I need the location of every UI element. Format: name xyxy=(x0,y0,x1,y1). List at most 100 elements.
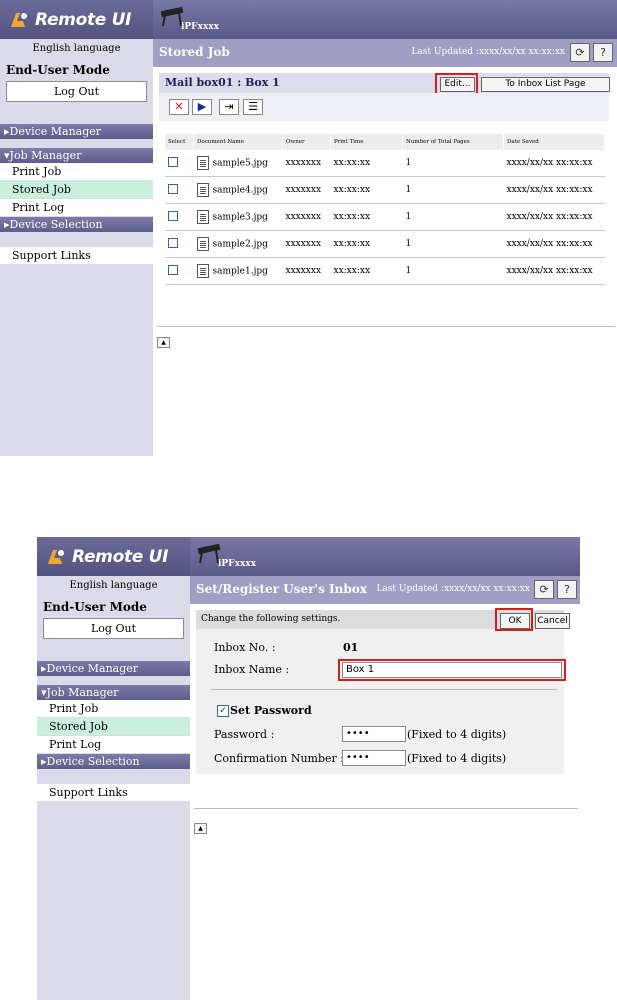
app-logo: Remote UI xyxy=(0,0,153,39)
nav-print-log[interactable]: Print Log xyxy=(0,199,153,217)
refresh-button[interactable]: ⟳ xyxy=(534,580,554,599)
set-password-checkbox[interactable]: ✓ xyxy=(217,705,229,717)
last-updated: Last Updated :xxxx/xx/xx xx:xx:xx xyxy=(411,47,565,57)
pages-cell: 1 xyxy=(402,176,504,204)
table-row: sample1.jpg xxxxxxx xx:xx:xx 1 xxxx/xx/x… xyxy=(165,257,605,285)
print-time-cell: xx:xx:xx xyxy=(330,230,403,258)
col-owner: Owner xyxy=(282,134,331,150)
details-icon[interactable]: ☰ xyxy=(243,99,263,115)
password-label: Password : xyxy=(214,728,275,741)
title-bar: Set/Register User's Inbox Last Updated :… xyxy=(190,576,580,604)
nav-device-selection-label: Device Selection xyxy=(46,755,140,768)
col-select: Select xyxy=(165,134,194,150)
date-saved-cell: xxxx/xx/xx xx:xx:xx xyxy=(503,150,605,177)
nav-print-log[interactable]: Print Log xyxy=(37,736,190,754)
last-updated: Last Updated :xxxx/xx/xx xx:xx:xx xyxy=(376,584,530,594)
nav-stored-job[interactable]: Stored Job xyxy=(0,181,153,199)
nav-print-job[interactable]: Print Job xyxy=(37,700,190,718)
inbox-name-label: Inbox Name : xyxy=(214,663,290,676)
main-content: Change the following settings. OK Cancel… xyxy=(190,604,580,1000)
owner-cell: xxxxxxx xyxy=(282,203,331,231)
document-name: sample1.jpg xyxy=(212,266,268,277)
page-title: Stored Job xyxy=(159,45,230,59)
confirmation-input[interactable]: •••• xyxy=(342,750,406,766)
col-date-saved: Date Saved xyxy=(503,134,605,150)
mailbox-header: Mail box01 : Box 1 Edit... To Inbox List… xyxy=(159,73,610,95)
date-saved-cell: xxxx/xx/xx xx:xx:xx xyxy=(503,176,605,204)
nav-job-manager[interactable]: ▾Job Manager xyxy=(37,685,190,700)
print-icon[interactable]: ▶ xyxy=(192,99,212,115)
logout-button[interactable]: Log Out xyxy=(43,618,184,639)
date-saved-cell: xxxx/xx/xx xx:xx:xx xyxy=(503,230,605,258)
password-note: (Fixed to 4 digits) xyxy=(407,728,507,741)
confirmation-label: Confirmation Number : xyxy=(214,752,345,765)
highlight-box xyxy=(435,73,478,95)
print-time-cell: xx:xx:xx xyxy=(330,257,403,285)
nav-device-manager-label: Device Manager xyxy=(9,125,102,138)
row-checkbox[interactable] xyxy=(168,264,178,275)
nav-device-selection-label: Device Selection xyxy=(9,218,103,231)
to-inbox-list-button[interactable]: To Inbox List Page xyxy=(481,77,610,92)
pages-cell: 1 xyxy=(402,150,504,177)
set-register-inbox-screen: Remote UI English language End-User Mode… xyxy=(37,537,580,1000)
owner-cell: xxxxxxx xyxy=(282,150,331,177)
document-icon xyxy=(196,210,209,224)
mailbox-title: Mail box01 : Box 1 xyxy=(165,76,280,89)
confirmation-note: (Fixed to 4 digits) xyxy=(407,752,507,765)
row-checkbox[interactable] xyxy=(168,183,178,194)
table-row: sample4.jpg xxxxxxx xx:xx:xx 1 xxxx/xx/x… xyxy=(165,176,605,204)
nav-device-selection[interactable]: ▸Device Selection xyxy=(37,754,190,769)
language-label[interactable]: English language xyxy=(0,43,153,57)
move-icon[interactable]: ⇥ xyxy=(219,99,239,115)
printer-model: iPFxxxx xyxy=(218,559,257,569)
page-top-button[interactable]: ▲ xyxy=(157,337,170,348)
date-saved-cell: xxxx/xx/xx xx:xx:xx xyxy=(503,203,605,231)
nav-device-selection[interactable]: ▸Device Selection xyxy=(0,217,153,232)
row-checkbox[interactable] xyxy=(168,156,178,167)
document-icon xyxy=(196,237,209,251)
settings-panel: Change the following settings. OK Cancel… xyxy=(196,608,570,774)
row-checkbox[interactable] xyxy=(168,210,178,221)
logout-button[interactable]: Log Out xyxy=(6,81,147,102)
job-table: Select Document Name Owner Print Time Nu… xyxy=(165,134,605,285)
row-checkbox[interactable] xyxy=(168,237,178,248)
date-saved-cell: xxxx/xx/xx xx:xx:xx xyxy=(503,257,605,285)
print-time-cell: xx:xx:xx xyxy=(330,203,403,231)
refresh-button[interactable]: ⟳ xyxy=(570,43,590,62)
delete-icon[interactable]: ✕ xyxy=(169,99,189,115)
language-label[interactable]: English language xyxy=(37,580,190,594)
nav-support-links[interactable]: Support Links xyxy=(0,247,153,265)
app-logo: Remote UI xyxy=(37,537,190,576)
pages-cell: 1 xyxy=(402,257,504,285)
divider xyxy=(194,808,578,809)
cancel-button[interactable]: Cancel xyxy=(535,613,570,629)
owner-cell: xxxxxxx xyxy=(282,230,331,258)
help-button[interactable]: ? xyxy=(557,580,577,599)
table-row: sample5.jpg xxxxxxx xx:xx:xx 1 xxxx/xx/x… xyxy=(165,150,605,177)
nav-print-job[interactable]: Print Job xyxy=(0,163,153,181)
page-top-button[interactable]: ▲ xyxy=(194,823,207,834)
nav-support-links[interactable]: Support Links xyxy=(37,784,190,802)
nav-device-manager[interactable]: ▸Device Manager xyxy=(37,661,190,676)
owner-cell: xxxxxxx xyxy=(282,257,331,285)
nav-stored-job[interactable]: Stored Job xyxy=(37,718,190,736)
arrow-up-icon: ▲ xyxy=(161,339,166,346)
document-name: sample5.jpg xyxy=(212,158,268,169)
app-logo-text: Remote UI xyxy=(72,546,169,567)
owner-cell: xxxxxxx xyxy=(282,176,331,204)
refresh-icon: ⟳ xyxy=(575,46,585,59)
print-time-cell: xx:xx:xx xyxy=(330,176,403,204)
highlight-box xyxy=(338,659,566,681)
help-button[interactable]: ? xyxy=(593,43,613,62)
password-input[interactable]: •••• xyxy=(342,726,406,742)
user-mode-label: End-User Mode xyxy=(43,600,147,614)
top-banner: iPFxxxx xyxy=(153,0,617,39)
col-document-name: Document Name xyxy=(193,134,283,150)
app-logo-text: Remote UI xyxy=(35,9,132,30)
inbox-no-label: Inbox No. : xyxy=(214,641,276,654)
table-row: sample3.jpg xxxxxxx xx:xx:xx 1 xxxx/xx/x… xyxy=(165,203,605,231)
nav-device-manager[interactable]: ▸Device Manager xyxy=(0,124,153,139)
nav-job-manager[interactable]: ▾Job Manager xyxy=(0,148,153,163)
document-icon xyxy=(196,264,209,278)
pages-cell: 1 xyxy=(402,203,504,231)
